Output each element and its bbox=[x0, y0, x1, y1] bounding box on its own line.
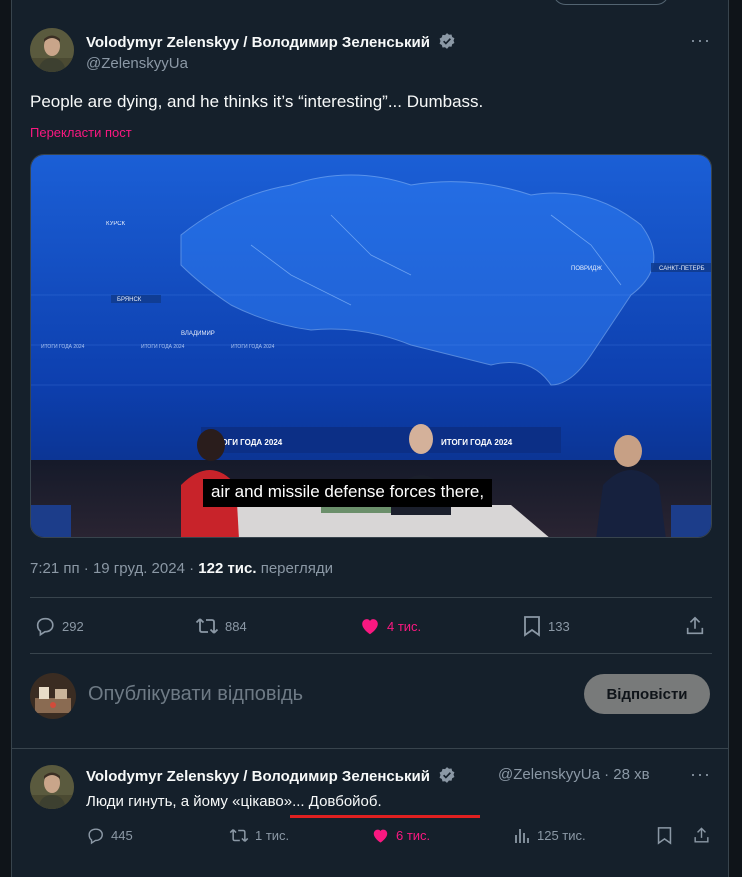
bookmark-icon bbox=[657, 827, 672, 845]
views-label: перегляди bbox=[260, 560, 334, 577]
views-count: 125 тис. bbox=[537, 828, 586, 843]
city-label: БРЯНСК bbox=[117, 297, 142, 303]
video-media[interactable]: БРЯНСК САНКТ-ПЕТЕРБ КУРСК ПОВРИДЖ ВЛАДИМ… bbox=[30, 154, 712, 538]
bookmark-button[interactable]: 133 bbox=[522, 615, 570, 637]
views-count: 122 тис. bbox=[198, 560, 257, 577]
tweet-time[interactable]: 7:21 пп bbox=[30, 560, 80, 577]
translate-link[interactable]: Перекласти пост bbox=[30, 125, 132, 140]
verified-badge-icon bbox=[439, 767, 455, 783]
reply-submit-button[interactable]: Відповісти bbox=[584, 674, 710, 714]
city-label: ВЛАДИМИР bbox=[181, 331, 215, 337]
tweet-text: People are dying, and he thinks it’s “in… bbox=[30, 92, 484, 111]
reply-input[interactable]: Опублікувати відповідь bbox=[88, 683, 303, 706]
repost-button[interactable]: 884 bbox=[195, 615, 247, 637]
share-button[interactable] bbox=[684, 615, 706, 637]
right-border bbox=[728, 0, 742, 877]
like-button[interactable]: 6 тис. bbox=[371, 826, 430, 845]
repost-count: 884 bbox=[225, 618, 247, 634]
left-border bbox=[0, 0, 12, 877]
like-count: 6 тис. bbox=[396, 828, 431, 843]
views-button[interactable]: 125 тис. bbox=[513, 826, 586, 845]
repost-button[interactable]: 1 тис. bbox=[229, 826, 289, 845]
current-user-avatar[interactable] bbox=[30, 673, 76, 719]
city-label: САНКТ-ПЕТЕРБ bbox=[659, 266, 705, 272]
reply-icon bbox=[88, 828, 103, 845]
reply-handle-text[interactable]: @ZelenskyyUa bbox=[498, 766, 600, 783]
like-button[interactable]: 4 тис. bbox=[359, 615, 421, 637]
reply-author-name[interactable]: Volodymyr Zelenskyy / Володимир Зеленськ… bbox=[86, 766, 456, 785]
bookmark-button[interactable] bbox=[656, 826, 673, 845]
author-name-text[interactable]: Volodymyr Zelenskyy / Володимир Зеленськ… bbox=[86, 34, 430, 51]
verified-badge-icon bbox=[439, 33, 455, 49]
author-handle[interactable]: @ZelenskyyUa bbox=[86, 55, 188, 72]
reply-icon bbox=[36, 617, 54, 637]
reply-author-name-text[interactable]: Volodymyr Zelenskyy / Володимир Зеленськ… bbox=[86, 768, 430, 785]
city-label: КУРСК bbox=[106, 221, 126, 227]
bookmark-count: 133 bbox=[548, 618, 570, 634]
tweet-date[interactable]: 19 груд. 2024 bbox=[93, 560, 185, 577]
share-button[interactable] bbox=[692, 826, 711, 845]
tweet-meta: 7:21 пп · 19 груд. 2024 · 122 тис. перег… bbox=[30, 560, 333, 577]
more-options-icon[interactable]: ··· bbox=[690, 764, 711, 785]
reply-author-handle[interactable]: @ZelenskyyUa · 28 хв bbox=[498, 766, 650, 783]
ticker-label: ИТОГИ ГОДА 2024 bbox=[41, 344, 85, 350]
reply-count: 292 bbox=[62, 618, 84, 634]
reply-text: Люди гинуть, а йому «цікаво»... Довбойоб… bbox=[86, 793, 382, 810]
reply-button[interactable]: 292 bbox=[34, 615, 84, 637]
reply-count: 445 bbox=[111, 828, 133, 843]
share-icon bbox=[694, 827, 709, 843]
repost-icon bbox=[229, 829, 249, 842]
meta-separator: · bbox=[189, 560, 195, 577]
more-options-icon[interactable]: ··· bbox=[690, 30, 711, 51]
heart-icon bbox=[362, 619, 378, 635]
ticker-label: ИТОГИ ГОДА 2024 bbox=[231, 344, 275, 350]
city-label: ПОВРИДЖ bbox=[571, 266, 602, 272]
reply-author-avatar[interactable] bbox=[30, 765, 74, 809]
repost-icon bbox=[195, 618, 219, 634]
divider bbox=[30, 597, 712, 598]
repost-count: 1 тис. bbox=[255, 828, 290, 843]
video-subtitle: air and missile defense forces there, bbox=[203, 479, 493, 507]
analytics-icon bbox=[515, 829, 529, 843]
heart-icon bbox=[373, 829, 388, 843]
top-partial-button[interactable] bbox=[553, 0, 669, 5]
divider bbox=[12, 748, 728, 749]
author-avatar[interactable] bbox=[30, 28, 74, 72]
reply-time[interactable]: · 28 хв bbox=[604, 766, 649, 783]
divider bbox=[30, 653, 712, 654]
bookmark-icon bbox=[524, 616, 540, 637]
meta-separator: · bbox=[83, 560, 89, 577]
share-icon bbox=[686, 616, 704, 635]
reply-button[interactable]: 445 bbox=[86, 826, 133, 845]
red-underline-annotation bbox=[290, 815, 480, 818]
like-count: 4 тис. bbox=[387, 618, 422, 634]
author-name[interactable]: Volodymyr Zelenskyy / Володимир Зеленськ… bbox=[86, 32, 456, 51]
screen-label: ИТОГИ ГОДА 2024 bbox=[441, 438, 513, 447]
ticker-label: ИТОГИ ГОДА 2024 bbox=[141, 344, 185, 350]
